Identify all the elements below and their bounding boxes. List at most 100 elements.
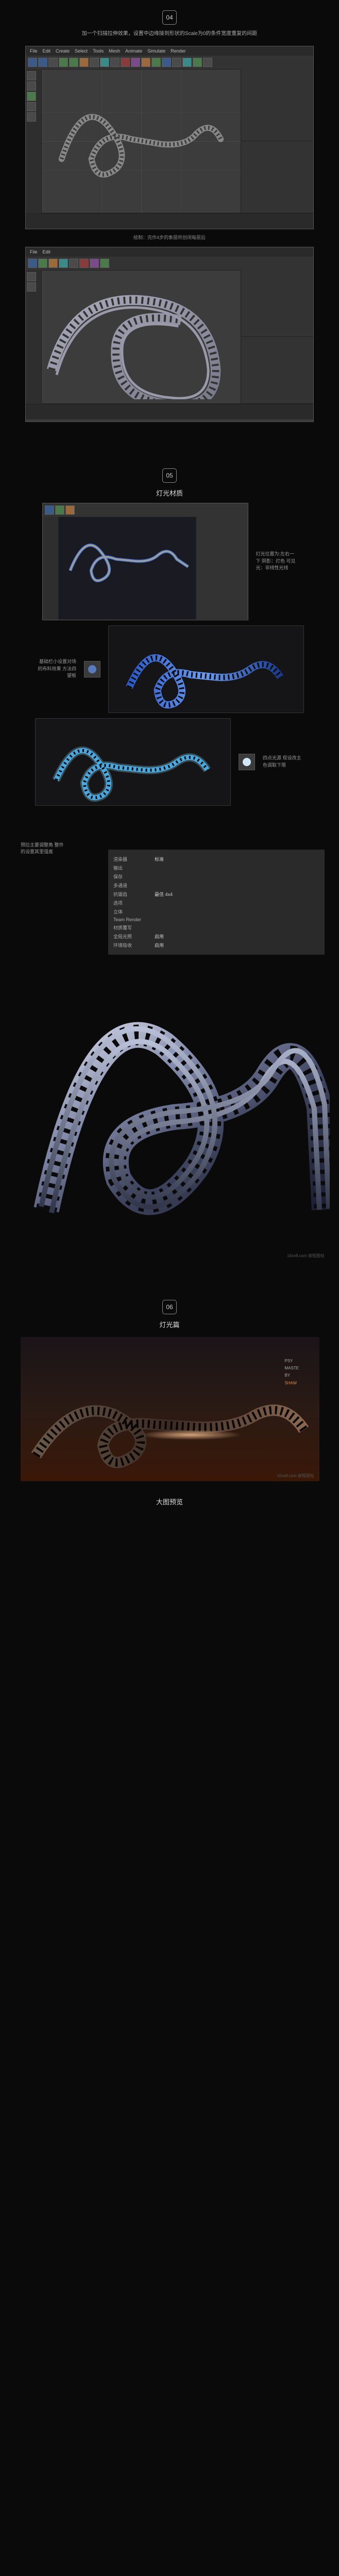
c4d-window-light1 [42, 503, 248, 620]
attribute-panel[interactable] [241, 141, 313, 213]
menu-item[interactable]: Select [75, 48, 88, 54]
overlay-line-accent: SHAW [284, 1380, 299, 1387]
settings-row[interactable]: 渲染器标准 [113, 855, 319, 863]
wireframe-shaw-script [42, 70, 241, 209]
tool-btn[interactable] [172, 58, 181, 67]
settings-row[interactable]: 多通道 [113, 881, 319, 890]
menu-item[interactable]: Simulate [147, 48, 165, 54]
tool-btn[interactable] [69, 58, 78, 67]
attribute-panel[interactable] [241, 337, 313, 404]
light-note-2: 基础栏小设置对场的布料效果 方法四望板 [35, 658, 76, 680]
attribute-panel[interactable] [196, 517, 248, 620]
glow-material-icon [239, 754, 255, 770]
tool-btn[interactable] [79, 259, 89, 268]
settings-row[interactable]: 选项 [113, 899, 319, 907]
menu-item[interactable]: Tools [93, 48, 104, 54]
tool-btn[interactable] [28, 58, 37, 67]
final-overlay-text: PSY MASTE BY SHAW [284, 1358, 299, 1387]
tool-btn[interactable] [55, 505, 64, 515]
tool-btn[interactable] [38, 58, 47, 67]
step-badge-06: 06 [162, 1300, 177, 1314]
light-note-3: 四点光源 现设改主色调取下限 [263, 755, 304, 769]
tool-btn[interactable] [38, 259, 47, 268]
render-settings-panel: 渲染器标准输出保存多通道抗锯齿最佳 4x4选项立体Team Render材质覆写… [108, 850, 325, 955]
c4d-viewport-closeup[interactable] [41, 270, 241, 404]
menu-item[interactable]: File [30, 249, 38, 255]
tool-btn[interactable] [59, 58, 68, 67]
step-05-title: 灯光材质 [21, 488, 318, 498]
shaw-coaster-big [21, 962, 330, 1261]
menu-item[interactable]: Create [56, 48, 70, 54]
tool-btn[interactable] [100, 58, 109, 67]
tool-btn[interactable] [69, 259, 78, 268]
tool-btn[interactable] [100, 259, 109, 268]
tool-btn[interactable] [131, 58, 140, 67]
menu-item[interactable]: Mesh [109, 48, 120, 54]
menu-item[interactable]: Edit [43, 249, 51, 255]
tool-btn[interactable] [141, 58, 150, 67]
settings-row[interactable]: 立体 [113, 907, 319, 916]
tool-btn[interactable] [28, 259, 37, 268]
settings-row[interactable]: 输出 [113, 863, 319, 872]
final-composite-render: PSY MASTE BY SHAW 16xx8.com 故程图址 [21, 1337, 319, 1481]
c4d-timeline[interactable] [26, 404, 313, 419]
settings-row[interactable]: Team Render [113, 916, 319, 923]
tool-btn[interactable] [27, 81, 36, 91]
settings-row[interactable]: 保存 [113, 872, 319, 881]
object-panel[interactable] [241, 69, 313, 141]
menu-item[interactable]: Animate [125, 48, 142, 54]
tool-btn[interactable] [27, 71, 36, 80]
settings-side-note: 预拉主要调整角 整件的设置其里强度 [21, 842, 67, 856]
setting-label: 抗锯齿 [113, 891, 155, 897]
c4d-left-tools [43, 517, 58, 620]
tool-btn[interactable] [90, 58, 99, 67]
material-icon [84, 661, 100, 677]
setting-label: 材质覆写 [113, 924, 155, 931]
tool-btn[interactable] [65, 505, 75, 515]
tool-btn[interactable] [27, 102, 36, 111]
c4d-menubar: File Edit [26, 247, 313, 257]
c4d-viewport-wireframe[interactable] [41, 69, 241, 213]
settings-row[interactable]: 抗锯齿最佳 4x4 [113, 890, 319, 899]
tool-btn[interactable] [162, 58, 171, 67]
setting-value: 启用 [155, 933, 164, 940]
c4d-timeline[interactable] [26, 213, 313, 229]
tool-btn[interactable] [79, 58, 89, 67]
tool-btn[interactable] [45, 505, 54, 515]
tool-btn[interactable] [48, 58, 58, 67]
c4d-window-2: File Edit [25, 247, 314, 422]
tool-btn[interactable] [27, 282, 36, 292]
tool-btn[interactable] [27, 112, 36, 122]
tool-btn[interactable] [203, 58, 212, 67]
settings-row[interactable]: 环境吸收启用 [113, 941, 319, 950]
setting-label: 立体 [113, 908, 155, 915]
tool-btn[interactable] [193, 58, 202, 67]
menu-item[interactable]: Render [171, 48, 186, 54]
c4d-window-1: File Edit Create Select Tools Mesh Anima… [25, 46, 314, 229]
step-badge-04: 04 [162, 10, 177, 25]
tool-btn[interactable] [90, 259, 99, 268]
coaster-track-closeup [42, 270, 241, 400]
setting-label: 环境吸收 [113, 942, 155, 948]
tool-btn[interactable] [27, 272, 36, 281]
big-preview-title: 大图预览 [21, 1497, 318, 1506]
setting-value: 最佳 4x4 [155, 891, 173, 897]
tool-btn[interactable] [59, 259, 68, 268]
shaw-render-blue [109, 626, 303, 713]
setting-label: 选项 [113, 900, 155, 906]
setting-label: 全局光照 [113, 933, 155, 940]
tool-btn[interactable] [110, 58, 120, 67]
viewport-lit-wireframe[interactable] [58, 517, 196, 620]
settings-row[interactable]: 全局光照启用 [113, 932, 319, 941]
tool-btn[interactable] [27, 92, 36, 101]
c4d-menubar: File Edit Create Select Tools Mesh Anima… [26, 46, 313, 56]
menu-item[interactable]: Edit [43, 48, 51, 54]
tool-btn[interactable] [48, 259, 58, 268]
settings-row[interactable]: 材质覆写 [113, 923, 319, 932]
tool-btn[interactable] [151, 58, 161, 67]
tool-btn[interactable] [121, 58, 130, 67]
menu-item[interactable]: File [30, 48, 38, 54]
c4d-left-tools [26, 69, 41, 213]
object-panel[interactable] [241, 270, 313, 337]
tool-btn[interactable] [182, 58, 192, 67]
